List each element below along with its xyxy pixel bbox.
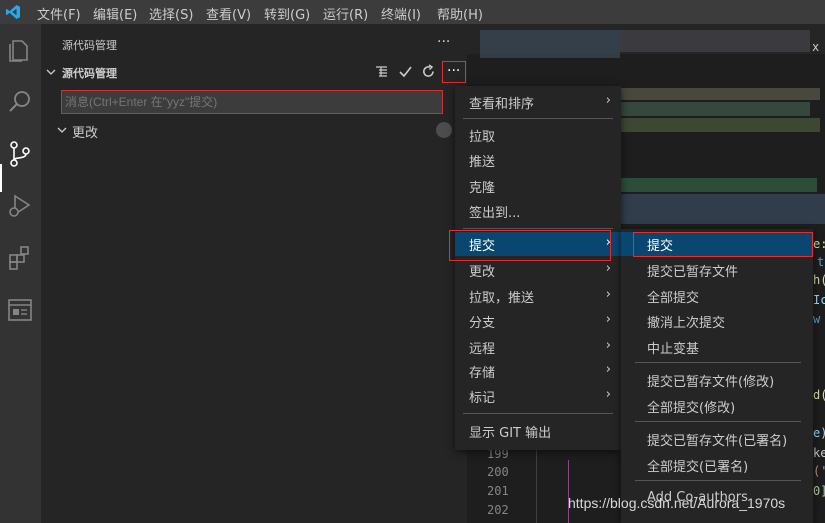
blurred-region	[617, 178, 817, 192]
menu-separator	[463, 118, 613, 119]
activity-bar	[0, 24, 41, 523]
submenu-item-commit-staged-amend[interactable]: 提交已暂存文件(修改)	[621, 368, 813, 392]
active-view-indicator	[0, 164, 2, 192]
submenu-item-undo-last-commit[interactable]: 撤消上次提交	[621, 309, 813, 333]
code-fragment: d(	[813, 388, 825, 402]
more-actions-button[interactable]: ···	[447, 63, 460, 79]
sidebar-more-button[interactable]: ···	[437, 34, 450, 50]
line-number: 202	[487, 503, 509, 517]
menu-separator	[463, 413, 613, 414]
chevron-down-icon[interactable]	[46, 67, 56, 77]
changes-count-badge	[436, 122, 452, 138]
menu-item-pull-push[interactable]: 拉取，推送 ›	[455, 284, 621, 308]
code-fragment: e)	[813, 426, 825, 440]
menu-file[interactable]: 文件(F)	[37, 4, 81, 23]
explorer-icon[interactable]	[6, 36, 34, 64]
submenu-item-commit-all[interactable]: 全部提交	[621, 284, 813, 308]
menu-item-checkout[interactable]: 签出到...	[455, 199, 621, 223]
commit-submenu: 提交 提交已暂存文件 全部提交 撤消上次提交 中止变基 提交已暂存文件(修改) …	[621, 229, 813, 523]
menu-separator	[635, 362, 801, 363]
view-as-tree-icon[interactable]	[375, 65, 388, 78]
context-menu: 查看和排序 › 拉取 推送 克隆 签出到... 提交 › 更改 › 拉取，推送 › 分支…	[455, 86, 621, 450]
code-fragment: ('	[813, 464, 825, 478]
section-title: 源代码管理	[62, 67, 117, 80]
blurred-region	[480, 30, 620, 58]
changes-group-label[interactable]: 更改	[72, 122, 98, 141]
search-icon[interactable]	[6, 88, 34, 116]
code-fragment: 0]	[813, 484, 825, 498]
code-fragment: w	[813, 312, 821, 326]
code-fragment: h(	[813, 273, 825, 287]
code-fragment: ke	[813, 446, 825, 460]
code-fragment: e:	[813, 237, 825, 251]
submenu-item-commit-all-signed[interactable]: 全部提交(已署名)	[621, 453, 813, 477]
commit-message-input[interactable]	[61, 90, 443, 114]
menu-help[interactable]: 帮助(H)	[437, 4, 483, 23]
chevron-down-icon[interactable]	[57, 125, 67, 135]
menu-item-branch[interactable]: 分支 ›	[455, 309, 621, 333]
remote-explorer-icon[interactable]	[6, 296, 34, 324]
menu-item-remote[interactable]: 远程 ›	[455, 335, 621, 359]
blurred-region	[620, 102, 810, 116]
menu-item-push[interactable]: 推送	[455, 148, 621, 172]
editor-close-tab[interactable]: x	[812, 40, 819, 54]
watermark: https://blog.csdn.net/Aurora_1970s	[568, 495, 786, 511]
submenu-item-commit-staged-signed[interactable]: 提交已暂存文件(已署名)	[621, 427, 813, 451]
blurred-region	[620, 118, 820, 132]
blurred-region	[620, 88, 820, 100]
submenu-item-commit-all-amend[interactable]: 全部提交(修改)	[621, 394, 813, 418]
line-number: 201	[487, 484, 509, 498]
menu-run[interactable]: 运行(R)	[323, 4, 368, 23]
title-bar: 文件(F) 编辑(E) 选择(S) 查看(V) 转到(G) 运行(R) 终端(I…	[0, 0, 825, 24]
menu-view[interactable]: 查看(V)	[206, 4, 251, 23]
submenu-item-commit-staged[interactable]: 提交已暂存文件	[621, 258, 813, 282]
menu-item-view-sort[interactable]: 查看和排序 ›	[455, 90, 621, 114]
menu-go[interactable]: 转到(G)	[264, 4, 310, 23]
submenu-item-commit[interactable]: 提交	[621, 232, 813, 256]
blurred-region	[620, 30, 810, 52]
menu-item-tags[interactable]: 标记 ›	[455, 384, 621, 408]
menu-separator	[635, 480, 801, 481]
menu-item-show-git-output[interactable]: 显示 GIT 输出	[455, 419, 621, 443]
vscode-logo-icon	[6, 5, 20, 19]
submenu-item-abort-rebase[interactable]: 中止变基	[621, 335, 813, 359]
extensions-icon[interactable]	[6, 244, 34, 272]
menu-edit[interactable]: 编辑(E)	[93, 4, 137, 23]
menu-terminal[interactable]: 终端(I)	[381, 4, 421, 23]
code-fragment: Ic	[813, 293, 825, 307]
sidebar-title: 源代码管理	[62, 39, 117, 52]
menu-separator	[635, 421, 801, 422]
menu-item-changes[interactable]: 更改 ›	[455, 258, 621, 282]
blurred-region	[617, 194, 825, 224]
refresh-icon[interactable]	[421, 64, 436, 79]
menu-selection[interactable]: 选择(S)	[149, 4, 193, 23]
menu-item-pull[interactable]: 拉取	[455, 123, 621, 147]
menu-separator	[463, 228, 613, 229]
commit-check-icon[interactable]	[398, 64, 413, 79]
menu-item-clone[interactable]: 克隆	[455, 174, 621, 198]
code-fragment: t	[817, 255, 825, 269]
run-debug-icon[interactable]	[6, 192, 34, 220]
menu-item-stash[interactable]: 存储 ›	[455, 359, 621, 383]
menu-item-commit[interactable]: 提交 ›	[455, 232, 621, 256]
line-number: 200	[487, 465, 509, 479]
source-control-icon[interactable]	[6, 140, 34, 168]
bracket-guide	[568, 460, 569, 523]
